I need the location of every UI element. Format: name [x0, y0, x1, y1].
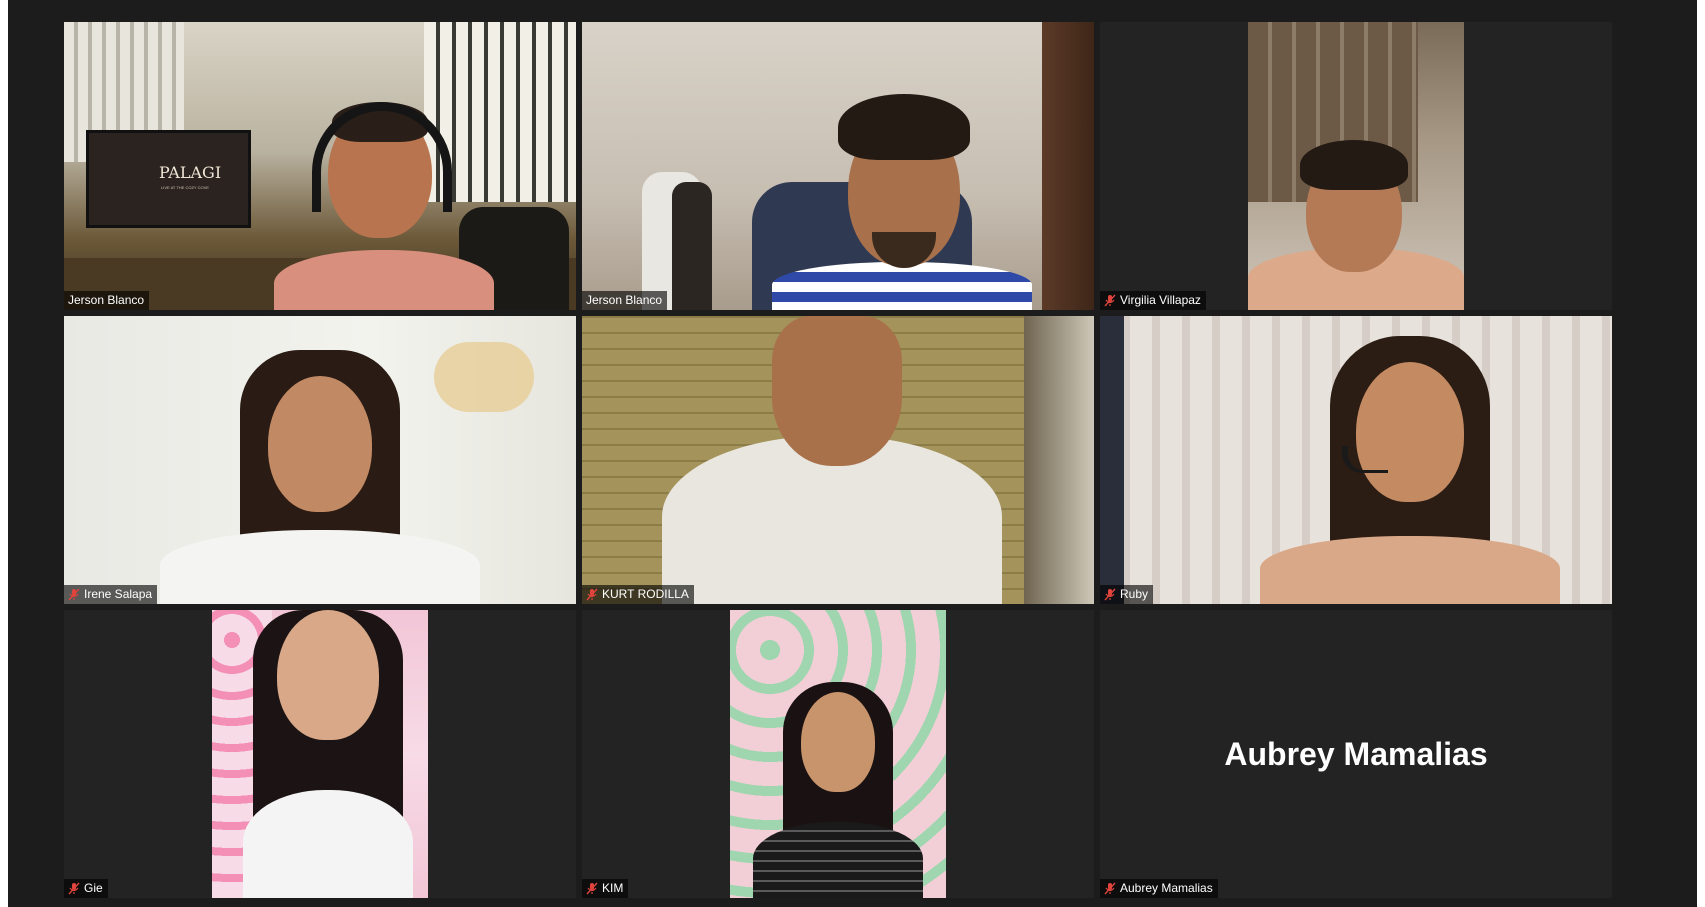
tv-subtitle: LIVE AT THE COZY COVE — [161, 185, 209, 190]
muted-microphone-icon — [1104, 588, 1116, 601]
doorway — [1024, 316, 1094, 604]
participant-name-tag: Ruby — [1100, 585, 1154, 604]
muted-microphone-icon — [586, 588, 598, 601]
participant-name: KURT RODILLA — [602, 587, 689, 601]
muted-microphone-icon — [1104, 882, 1116, 895]
participant-tile[interactable]: Irene Salapa — [64, 316, 576, 604]
participant-tile-video-off[interactable]: Aubrey Mamalias Aubrey Mamalias — [1100, 610, 1612, 898]
participant-tile[interactable]: Ruby — [1100, 316, 1612, 604]
hanging-clothes — [672, 182, 712, 310]
participant-name-tag: Aubrey Mamalias — [1100, 879, 1218, 898]
participant-tile[interactable]: Virgilia Villapaz — [1100, 22, 1612, 310]
participant-figure — [274, 84, 494, 310]
participant-tile-active-speaker[interactable]: Jerson Blanco — [582, 22, 1094, 310]
participant-name-tag: Jerson Blanco — [582, 291, 668, 310]
participant-figure — [1260, 336, 1560, 604]
muted-microphone-icon — [68, 882, 80, 895]
tv-screen: PALAGI LIVE AT THE COZY COVE — [86, 130, 251, 228]
participant-tile[interactable]: KURT RODILLA — [582, 316, 1094, 604]
participant-video — [1100, 316, 1612, 604]
participant-name: Jerson Blanco — [586, 293, 663, 307]
participant-name: KIM — [602, 881, 624, 895]
door — [1042, 22, 1094, 310]
participant-video — [730, 610, 946, 898]
wall-edge — [1100, 316, 1124, 604]
tv-title: PALAGI — [159, 163, 222, 182]
muted-microphone-icon — [68, 588, 80, 601]
participant-video — [582, 316, 1094, 604]
participant-name-tag: Jerson Blanco — [64, 291, 150, 310]
participant-name: Aubrey Mamalias — [1120, 881, 1213, 895]
participant-video: PALAGI LIVE AT THE COZY COVE — [64, 22, 576, 310]
participant-tile[interactable]: Gie — [64, 610, 576, 898]
participant-display-name: Aubrey Mamalias — [1224, 735, 1488, 772]
muted-microphone-icon — [586, 882, 598, 895]
participant-gallery: PALAGI LIVE AT THE COZY COVE Jerson Blan… — [64, 22, 1612, 899]
participant-figure — [233, 610, 423, 898]
participant-video — [582, 22, 1094, 310]
participant-name: Irene Salapa — [84, 587, 153, 601]
participant-tile[interactable]: KIM — [582, 610, 1094, 898]
video-meeting-window: PALAGI LIVE AT THE COZY COVE Jerson Blan… — [0, 0, 1705, 907]
participant-name: Gie — [84, 881, 103, 895]
participant-video — [212, 610, 428, 898]
participant-video — [1248, 22, 1464, 310]
participant-figure — [772, 82, 1032, 310]
participant-name-tag: Irene Salapa — [64, 585, 158, 604]
participant-name-tag: Gie — [64, 879, 108, 898]
participant-name-tag: KIM — [582, 879, 629, 898]
participant-figure — [1248, 140, 1464, 310]
participant-figure — [753, 682, 923, 898]
participant-figure — [642, 316, 1022, 604]
participant-name: Jerson Blanco — [68, 293, 145, 307]
participant-name-tag: Virgilia Villapaz — [1100, 291, 1206, 310]
participant-tile[interactable]: PALAGI LIVE AT THE COZY COVE Jerson Blan… — [64, 22, 576, 310]
window-edge-left — [0, 0, 8, 907]
muted-microphone-icon — [1104, 294, 1116, 307]
participant-name: Ruby — [1120, 587, 1149, 601]
participant-video — [64, 316, 576, 604]
participant-figure — [160, 350, 480, 604]
participant-name: Virgilia Villapaz — [1120, 293, 1201, 307]
participant-name-tag: KURT RODILLA — [582, 585, 694, 604]
window-edge-right — [1697, 0, 1705, 907]
